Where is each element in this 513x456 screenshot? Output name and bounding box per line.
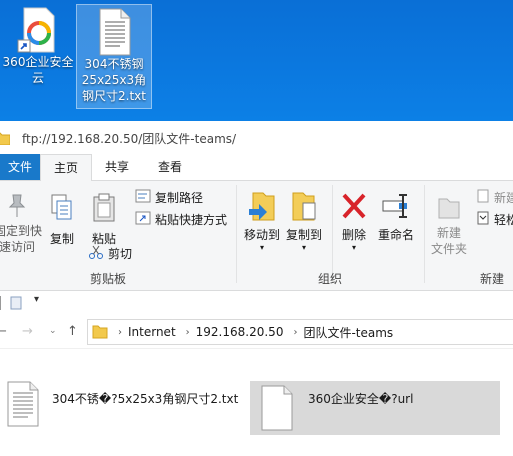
rename-label: 重命名 [377,228,414,242]
file-item[interactable]: 304不锈�?5x25x3角钢尺寸2.txt [0,381,246,435]
paste-shortcut-button[interactable]: 粘贴快捷方式 [135,211,227,229]
breadcrumb-host[interactable]: 192.168.20.50 [196,325,284,339]
desktop-icon-label: 304不锈钢25x25x3角钢尺寸2.txt [81,57,147,103]
tab-view[interactable]: 查看 [144,154,196,180]
new-folder-icon [436,198,462,224]
pin-quick-access-label: 固定到快 速访问 [0,224,43,254]
properties-icon[interactable] [10,296,22,313]
breadcrumb-folder[interactable]: 团队文件-teams [303,324,393,341]
new-folder-button[interactable]: 新建 文件夹 [428,191,470,257]
easy-access-label: 轻松 [494,213,513,227]
rename-button[interactable]: 重命名 [374,191,418,243]
cut-button[interactable]: 剪切 [88,244,132,264]
ribbon-tabs: 文件 主页 共享 查看 [0,154,513,182]
new-group-label: 新建 [480,272,505,286]
chevron-down-icon: ▾ [301,243,306,252]
copy-to-label: 复制到 [285,228,322,242]
file-name: 304不锈�?5x25x3角钢尺寸2.txt [52,392,239,406]
copy-to-icon [289,192,319,226]
copy-icon [49,194,75,226]
file-list: 304不锈�?5x25x3角钢尺寸2.txt 360企业安全�?url [0,349,513,456]
breadcrumb-chevron-icon[interactable]: › [118,327,122,338]
move-to-button[interactable]: 移动到 ▾ [242,189,282,253]
desktop: 360企业安全云 304不锈钢25x25x3角钢尺寸2.txt [0,0,513,121]
desktop-icon-360-cloud[interactable]: 360企业安全云 [2,6,74,86]
delete-label: 删除 [341,228,366,242]
new-item-label: 新建 [494,191,513,205]
quick-access-toolbar: ▾ [0,291,513,315]
desktop-icon-label: 360企业安全云 [2,55,74,85]
paste-shortcut-icon [135,211,151,229]
tab-share[interactable]: 共享 [93,154,141,180]
copy-path-label: 复制路径 [155,191,204,205]
move-to-label: 移动到 [243,228,280,242]
tab-home[interactable]: 主页 [40,154,92,182]
copy-path-button[interactable]: 复制路径 [135,189,203,207]
delete-button[interactable]: 删除 ▾ [337,191,371,253]
folder-icon [0,131,11,148]
window-title: ftp://192.168.20.50/团队文件-teams/ [22,132,237,146]
file-explorer-window: ftp://192.168.20.50/团队文件-teams/ 文件 主页 共享… [0,121,513,456]
folder-icon [92,323,108,342]
new-item-button[interactable]: 新建 [476,189,513,207]
new-folder-label: 新建 文件夹 [430,226,467,256]
cut-label: 剪切 [108,247,133,261]
scissors-icon [88,244,104,264]
copy-to-button[interactable]: 复制到 ▾ [284,189,324,253]
breadcrumb-internet[interactable]: Internet [128,325,176,339]
chevron-down-icon: ▾ [259,243,264,252]
copy-label: 复制 [49,232,74,246]
move-to-icon [247,192,277,226]
customize-toolbar-icon[interactable]: ▾ [34,294,39,305]
back-arrow-icon[interactable]: ← [0,324,7,339]
easy-access-icon [476,211,490,229]
delete-x-icon [340,193,368,224]
forward-arrow-icon[interactable]: → [22,324,33,339]
generic-file-icon [260,385,294,434]
ribbon-separator [332,185,333,283]
easy-access-button[interactable]: 轻松 [476,211,513,229]
clipboard-group-label: 剪贴板 [90,272,127,286]
navigation-bar: ← → ⌄ ↑ › Internet › 192.168.20.50 › 团队文… [0,316,513,349]
pin-quick-access-button[interactable]: 固定到快 速访问 [0,193,43,255]
ribbon-separator [236,185,237,283]
text-file-icon [90,8,138,56]
title-bar: ftp://192.168.20.50/团队文件-teams/ [0,121,513,154]
address-field[interactable]: › Internet › 192.168.20.50 › 团队文件-teams [87,319,513,345]
text-file-icon [6,381,40,430]
chevron-down-icon: ▾ [351,243,356,252]
new-item-icon [476,189,490,207]
tab-file[interactable]: 文件 [0,154,40,180]
file-item-selected[interactable]: 360企业安全�?url [250,381,500,435]
paste-button[interactable]: 粘贴 [86,193,122,247]
recent-locations-icon[interactable]: ⌄ [49,326,57,336]
copy-button[interactable]: 复制 [44,193,80,247]
paste-shortcut-label: 粘贴快捷方式 [155,213,228,227]
360-app-icon [14,6,62,54]
breadcrumb-chevron-icon[interactable]: › [186,327,190,338]
desktop-icon-txt-file[interactable]: 304不锈钢25x25x3角钢尺寸2.txt [76,4,152,109]
ribbon: 固定到快 速访问 复制 粘贴 复制路径 粘贴快捷方式 剪切 剪贴板 移动到 ▾ … [0,181,513,291]
rename-icon [381,194,411,224]
pin-icon [5,194,29,222]
clipboard-paste-icon [91,193,117,226]
toolbar-divider [0,296,1,310]
breadcrumb-chevron-icon[interactable]: › [293,327,297,338]
ribbon-separator [424,185,425,283]
up-arrow-icon[interactable]: ↑ [67,324,78,339]
organize-group-label: 组织 [318,272,343,286]
copy-path-icon [135,189,151,207]
file-name: 360企业安全�?url [308,392,414,406]
